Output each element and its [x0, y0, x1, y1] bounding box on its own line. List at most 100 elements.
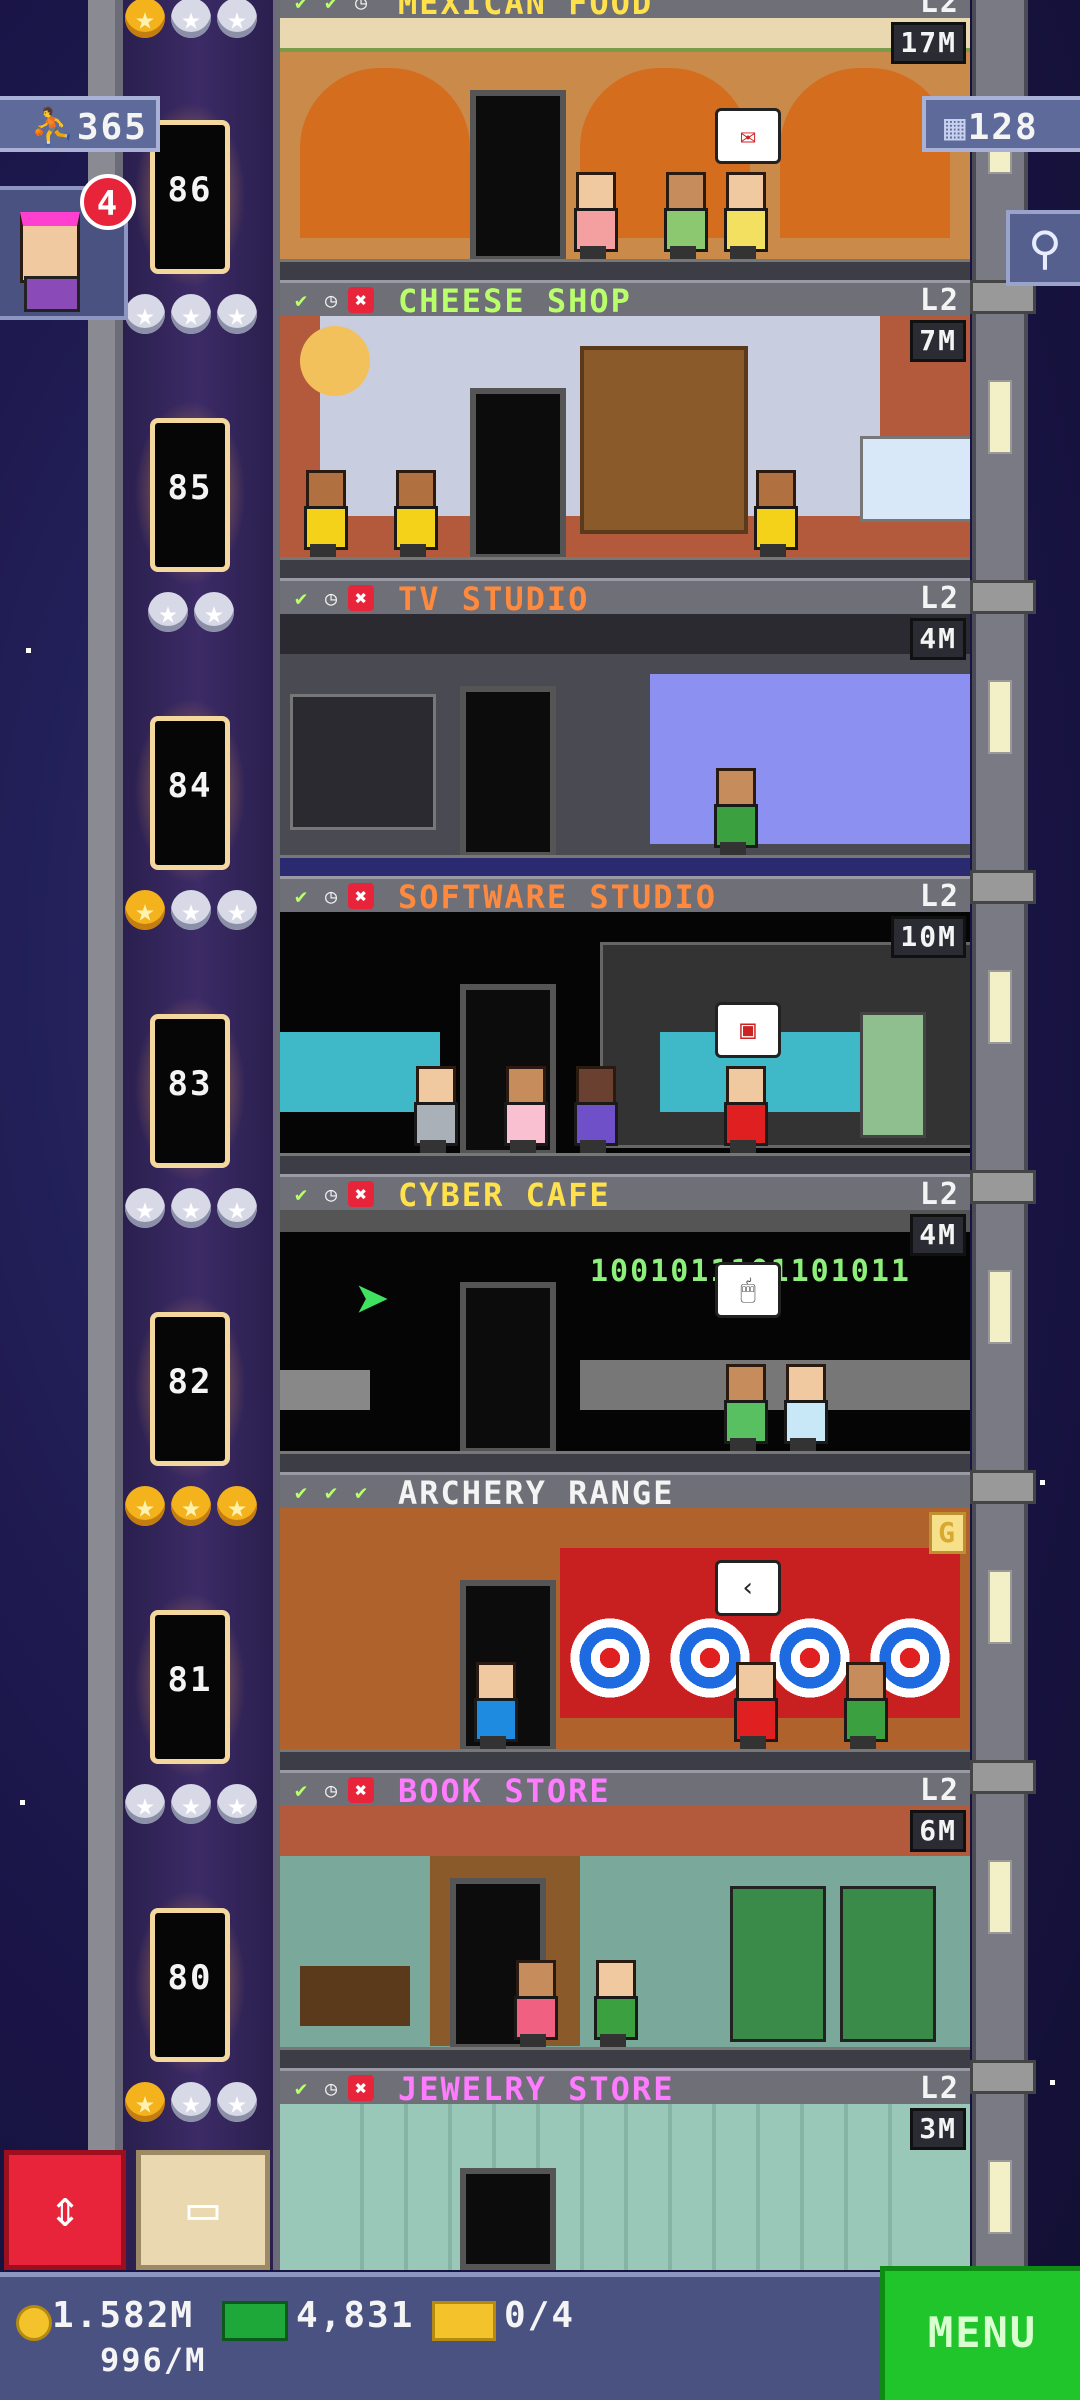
ticket-icon	[432, 2301, 496, 2341]
floor-income: 7M	[910, 320, 966, 362]
floor-star-rating: ★ ★ ★	[125, 890, 257, 930]
coin-rate: 996/M	[100, 2341, 207, 2379]
floor-star-rating: ★ ★ ★	[125, 1784, 257, 1824]
elevator-car[interactable]: 81	[134, 1592, 246, 1778]
elevator-floor-number: 85	[167, 468, 213, 508]
check-icon: ✔	[294, 1480, 308, 1504]
floor-count: 128	[967, 107, 1039, 148]
floor-cheese-shop[interactable]: ✔ ◷ ✖ CHEESE SHOP L2 7M	[280, 280, 970, 578]
star-icon: ★	[148, 592, 188, 632]
floor-software-studio[interactable]: ✔ ◷ ✖ SOFTWARE STUDIO L2 ▣ 10M	[280, 876, 970, 1174]
check-icon: ✔	[294, 586, 308, 610]
elevator-car[interactable]: 80	[134, 1890, 246, 2076]
bux-icon	[222, 2301, 288, 2341]
floor-income: 17M	[891, 22, 966, 64]
cursor-icon: ➤	[355, 1266, 392, 1336]
clock-icon: ◷	[324, 2076, 338, 2100]
up-down-arrows-icon: ⇕	[49, 2179, 81, 2239]
floor-archery-range[interactable]: ✔ ✔ ✔ ARCHERY RANGE ‹ G	[280, 1472, 970, 1770]
tower-right-column	[970, 0, 1036, 2270]
clock-icon: ◷	[354, 0, 368, 14]
box-icon: ▭	[187, 2179, 219, 2239]
floor-level: L2	[919, 2071, 960, 2106]
check-icon: ✔	[294, 1182, 308, 1206]
elevator-floor-number: 84	[167, 766, 213, 806]
elevator-floor-number: 86	[167, 170, 213, 210]
elevator-floor-number: 80	[167, 1958, 213, 1998]
floor-star-rating: ★ ★ ★	[125, 0, 257, 38]
floor-tv-studio[interactable]: ✔ ◷ ✖ TV STUDIO L2 4M	[280, 578, 970, 876]
star-icon: ★	[171, 0, 211, 38]
floor-income: 6M	[910, 1810, 966, 1852]
elevator-car[interactable]: 84	[134, 698, 246, 884]
elevator-car[interactable]: 82	[134, 1294, 246, 1480]
search-button[interactable]: ⚲	[1006, 210, 1080, 286]
star-icon: ★	[217, 294, 257, 334]
population-count: 365	[76, 107, 148, 148]
star-icon: ★	[217, 2082, 257, 2122]
elevator-car[interactable]: 83	[134, 996, 246, 1182]
speech-bubble[interactable]: 🖱	[715, 1262, 781, 1318]
star-icon: ★	[171, 2082, 211, 2122]
floor-name: TV STUDIO	[398, 580, 590, 618]
check-icon: ✔	[294, 884, 308, 908]
star-icon: ★	[171, 294, 211, 334]
floor-star-rating: ★ ★	[148, 592, 234, 632]
floor-star-rating: ★ ★ ★	[125, 1486, 257, 1526]
elevator-button[interactable]: ⇕	[4, 2150, 126, 2270]
clock-icon: ◷	[324, 586, 338, 610]
x-icon: ✖	[348, 1777, 374, 1803]
floor-cyber-cafe[interactable]: ✔ ◷ ✖ CYBER CAFE L2 ➤ 1001011101101011 🖱…	[280, 1174, 970, 1472]
coin-icon	[16, 2305, 52, 2341]
population-badge[interactable]: ⛹365	[0, 96, 160, 152]
star-icon: ★	[217, 1188, 257, 1228]
speech-bubble[interactable]: ‹	[715, 1560, 781, 1616]
floor-income: 10M	[891, 916, 966, 958]
floor-income: 4M	[910, 1214, 966, 1256]
floor-star-rating: ★ ★ ★	[125, 1188, 257, 1228]
speech-bubble[interactable]: ▣	[715, 1002, 781, 1058]
floor-count-badge[interactable]: ▦128	[922, 96, 1080, 152]
notification-count: 4	[80, 174, 136, 230]
star-icon: ★	[171, 890, 211, 930]
floor-mexican-food[interactable]: ✔ ✔ ◷ MEXICAN FOOD L2 ✉ 17M	[280, 0, 970, 280]
star-icon: ★	[171, 1486, 211, 1526]
elevator-floor-number: 82	[167, 1362, 213, 1402]
floor-star-rating: ★ ★ ★	[125, 294, 257, 334]
clock-icon: ◷	[324, 1778, 338, 1802]
star-icon: ★	[217, 0, 257, 38]
build-button[interactable]: ▭	[136, 2150, 270, 2270]
check-icon: ✔	[354, 1480, 368, 1504]
floor-level: L2	[919, 283, 960, 318]
floor-name: CHEESE SHOP	[398, 282, 632, 320]
star-icon: ★	[125, 294, 165, 334]
star-icon: ★	[217, 890, 257, 930]
floor-income: 4M	[910, 618, 966, 660]
floor-level: L2	[919, 1773, 960, 1808]
x-icon: ✖	[348, 1181, 374, 1207]
star-icon: ★	[125, 1784, 165, 1824]
floor-name: ARCHERY RANGE	[398, 1474, 675, 1512]
clock-icon: ◷	[324, 288, 338, 312]
star-icon: ★	[125, 890, 165, 930]
elevator-car[interactable]: 86	[134, 102, 246, 288]
menu-button[interactable]: MENU	[880, 2266, 1080, 2400]
floor-name: JEWELRY STORE	[398, 2070, 675, 2108]
star-dot	[26, 648, 31, 653]
x-icon: ✖	[348, 883, 374, 909]
ticket-count: 0/4	[504, 2295, 576, 2336]
floor-level: L2	[919, 1177, 960, 1212]
floor-level: L2	[919, 581, 960, 616]
speech-bubble[interactable]: ✉	[715, 108, 781, 164]
floor-income-gold: G	[929, 1512, 966, 1554]
check-icon: ✔	[324, 1480, 338, 1504]
floor-book-store[interactable]: ✔ ◷ ✖ BOOK STORE L2 6M	[280, 1770, 970, 2068]
check-icon: ✔	[294, 0, 308, 14]
star-icon: ★	[217, 1784, 257, 1824]
elevator-floor-number: 83	[167, 1064, 213, 1104]
check-icon: ✔	[324, 0, 338, 14]
x-icon: ✖	[348, 287, 374, 313]
star-icon: ★	[125, 0, 165, 38]
check-icon: ✔	[294, 1778, 308, 1802]
elevator-car[interactable]: 85	[134, 400, 246, 586]
